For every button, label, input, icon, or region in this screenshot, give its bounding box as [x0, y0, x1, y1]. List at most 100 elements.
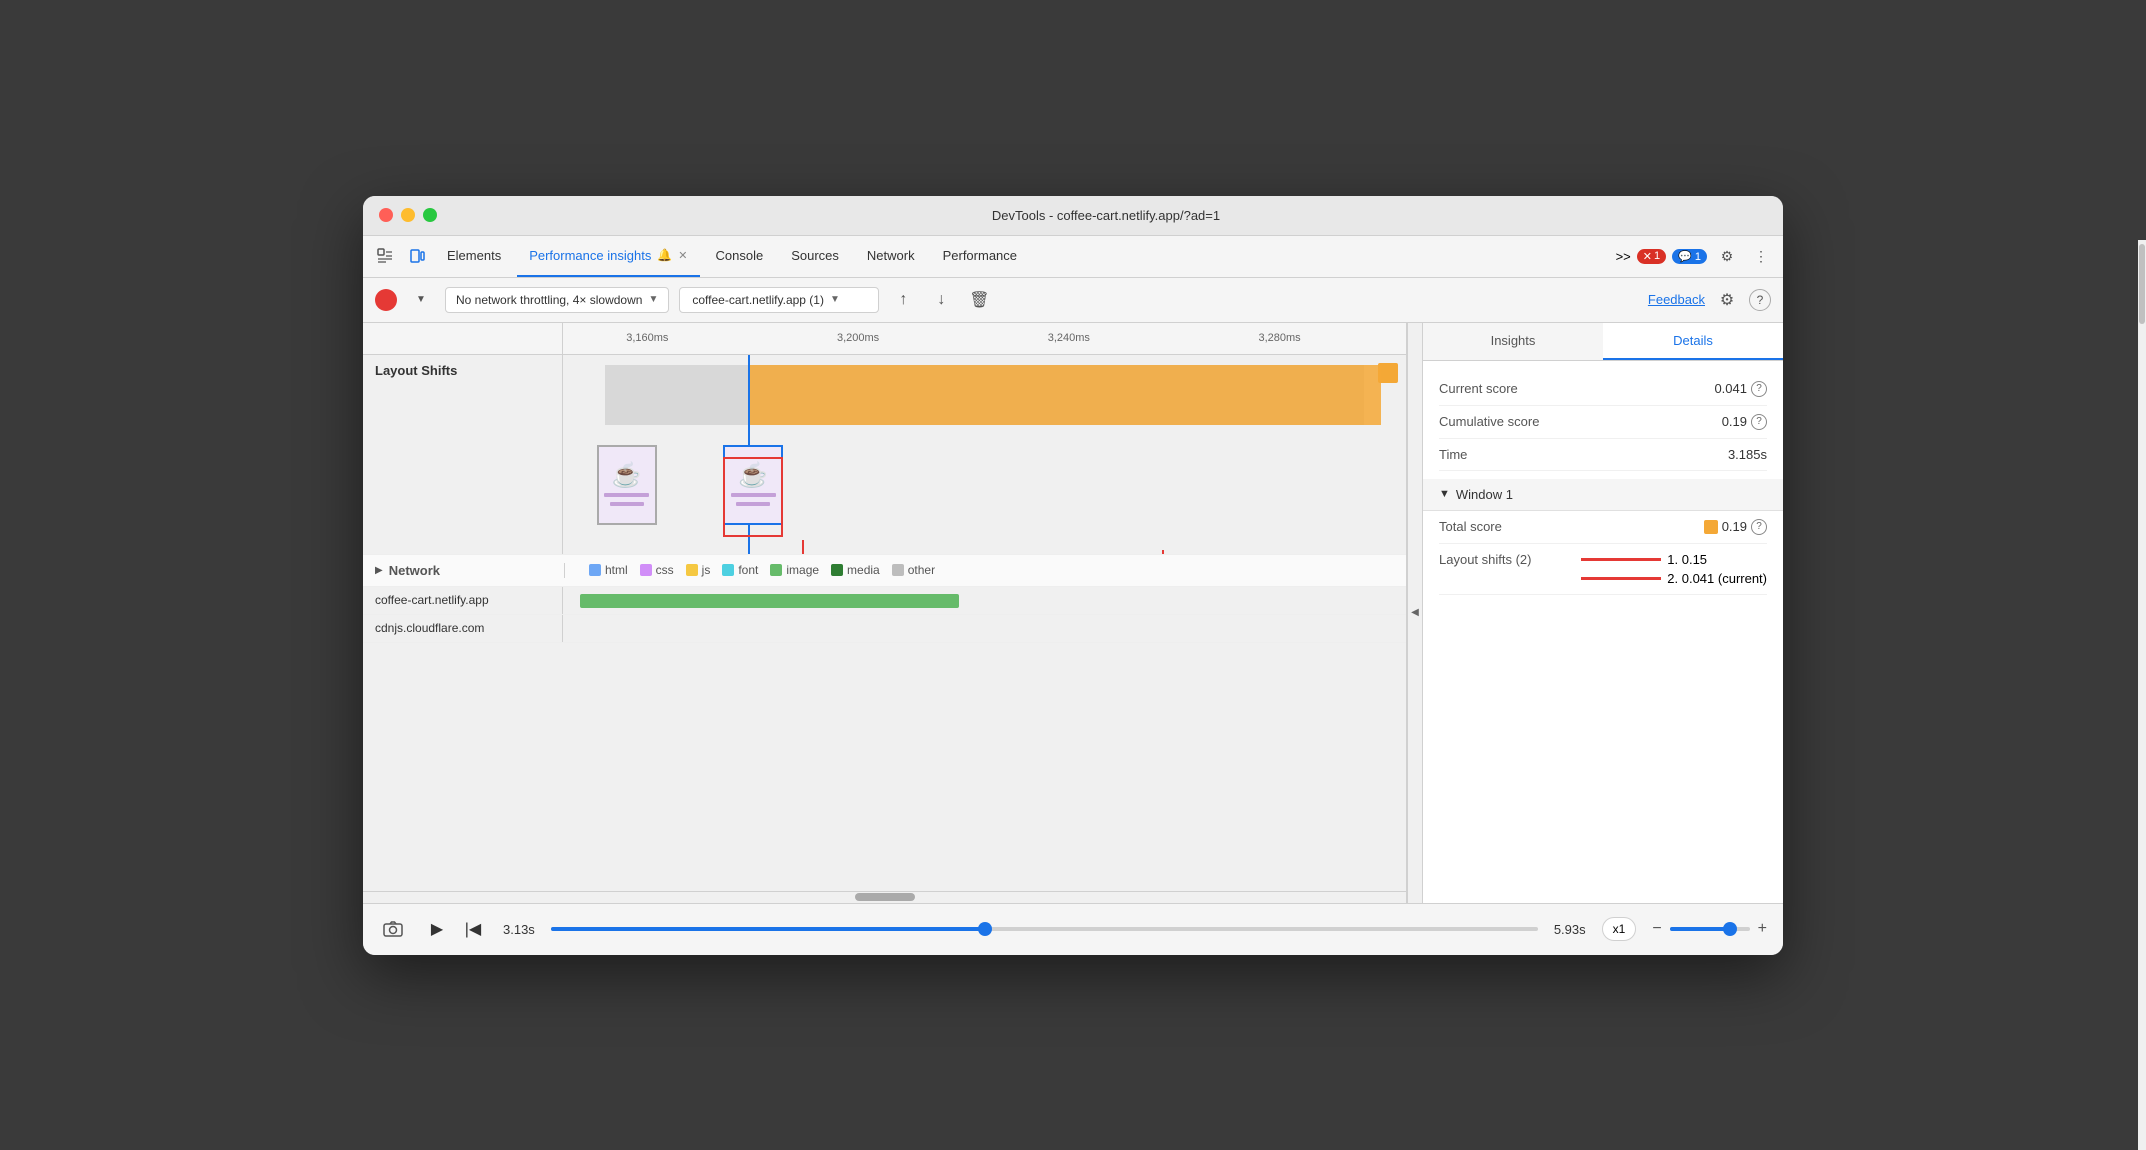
timeline-ticks: 3,160ms 3,200ms 3,240ms 3,280ms: [563, 323, 1406, 354]
camera-icon-button[interactable]: [379, 915, 407, 943]
thumbnail-1[interactable]: ☕: [597, 445, 657, 525]
layout-shifts-row: Layout Shifts: [363, 355, 1406, 555]
tab-close-icon[interactable]: ✕: [678, 249, 687, 262]
network-bars-1: [563, 587, 1406, 614]
cumulative-score-label: Cumulative score: [1439, 414, 1539, 429]
minimize-button[interactable]: [401, 208, 415, 222]
legend-js: js: [686, 563, 711, 577]
timeline-scrollbar[interactable]: [363, 891, 1406, 903]
shift-item-1: 1. 0.15: [1581, 552, 1767, 567]
panel-collapse-button[interactable]: ◀: [1407, 323, 1423, 903]
settings-tab-icon[interactable]: ⚙: [1713, 242, 1741, 270]
current-score-row: Current score 0.041 ?: [1439, 373, 1767, 406]
tick-2: 3,200ms: [837, 332, 879, 344]
rewind-button[interactable]: |◀: [459, 915, 487, 943]
legend-media: media: [831, 563, 880, 577]
scrubber-thumb[interactable]: [978, 922, 992, 936]
url-dropdown[interactable]: coffee-cart.netlify.app (1) ▼: [679, 287, 879, 313]
tab-details[interactable]: Details: [1603, 323, 1783, 360]
zoom-fill: [1670, 927, 1730, 931]
orange-indicator: [1378, 363, 1398, 383]
timeline-body: Layout Shifts: [363, 355, 1406, 891]
cumulative-score-row: Cumulative score 0.19 ?: [1439, 406, 1767, 439]
close-button[interactable]: [379, 208, 393, 222]
current-score-info-icon[interactable]: ?: [1751, 381, 1767, 397]
zoom-track[interactable]: [1670, 927, 1750, 931]
tab-bar: Elements Performance insights 🔔 ✕ Consol…: [363, 236, 1783, 278]
right-panel-content: Current score 0.041 ? Cumulative score 0…: [1423, 361, 1783, 903]
legend-media-dot: [831, 564, 843, 576]
play-button[interactable]: ▶: [423, 915, 451, 943]
time-start: 3.13s: [503, 922, 535, 937]
network-legend: ▶ Network html css: [363, 555, 1406, 587]
time-label: Time: [1439, 447, 1467, 462]
total-score-indicator: [1704, 520, 1718, 534]
shift-item-2: 2. 0.041 (current): [1581, 571, 1767, 586]
cumulative-score-info-icon[interactable]: ?: [1751, 414, 1767, 430]
legend-font-dot: [722, 564, 734, 576]
network-bars-2: [563, 615, 1406, 642]
scrubber-track[interactable]: [551, 927, 1538, 931]
legend-html-dot: [589, 564, 601, 576]
feedback-link[interactable]: Feedback: [1648, 292, 1705, 307]
total-score-info-icon[interactable]: ?: [1751, 519, 1767, 535]
url-dropdown-arrow: ▼: [830, 294, 840, 305]
thumbnail-1-icon: ☕: [612, 461, 642, 490]
inspect-icon-button[interactable]: [371, 242, 399, 270]
device-icon-button[interactable]: [403, 242, 431, 270]
time-end: 5.93s: [1554, 922, 1586, 937]
shift-1-bar: [1581, 558, 1661, 561]
cumulative-score-value: 0.19 ?: [1722, 414, 1767, 430]
bottom-bar: ▶ |◀ 3.13s 5.93s x1 − +: [363, 903, 1783, 955]
zoom-controls: − +: [1652, 920, 1767, 938]
timeline-header: 3,160ms 3,200ms 3,240ms 3,280ms: [363, 323, 1406, 355]
scrollbar-thumb[interactable]: [855, 893, 915, 901]
tick-3: 3,240ms: [1048, 332, 1090, 344]
zoom-out-icon[interactable]: −: [1652, 920, 1661, 938]
timeline-label-spacer: [363, 323, 563, 354]
legend-css: css: [640, 563, 674, 577]
toolbar-right: Feedback ⚙ ?: [1648, 286, 1771, 314]
delete-icon-button[interactable]: 🗑: [965, 286, 993, 314]
help-icon-button[interactable]: ?: [1749, 289, 1771, 311]
total-score-row: Total score 0.19 ?: [1439, 511, 1767, 544]
layout-shifts-detail-label: Layout shifts (2): [1439, 552, 1532, 567]
network-collapse-icon[interactable]: ▶: [375, 565, 383, 576]
traffic-lights: [379, 208, 437, 222]
window-label: Window 1: [1456, 487, 1513, 502]
record-dropdown-arrow[interactable]: ▼: [407, 286, 435, 314]
shift-2-bar: [1581, 577, 1661, 580]
tab-console[interactable]: Console: [704, 235, 776, 277]
throttling-dropdown[interactable]: No network throttling, 4× slowdown ▼: [445, 287, 669, 313]
speed-button[interactable]: x1: [1602, 917, 1637, 941]
right-panel: Insights Details Current score 0.041 ? C…: [1423, 323, 1783, 903]
layout-shifts-content: ☕ ☕: [563, 355, 1406, 554]
tab-network[interactable]: Network: [855, 235, 927, 277]
zoom-in-icon[interactable]: +: [1758, 920, 1767, 938]
more-options-icon[interactable]: ⋮: [1747, 242, 1775, 270]
throttling-dropdown-arrow: ▼: [648, 294, 658, 305]
maximize-button[interactable]: [423, 208, 437, 222]
red-shift-arrow: [723, 457, 783, 537]
download-icon-button[interactable]: ↓: [927, 286, 955, 314]
tab-insights[interactable]: Insights: [1423, 323, 1603, 360]
right-tabs: Insights Details: [1423, 323, 1783, 361]
toolbar: ▼ No network throttling, 4× slowdown ▼ c…: [363, 278, 1783, 323]
time-value: 3.185s: [1728, 447, 1767, 462]
settings-icon-button[interactable]: ⚙: [1713, 286, 1741, 314]
layout-shifts-detail-row: Layout shifts (2) 1. 0.15 2. 0.041 (curr…: [1439, 544, 1767, 595]
scrubber-area: [551, 927, 1538, 931]
tab-performance[interactable]: Performance: [931, 235, 1029, 277]
scrubber-fill: [551, 927, 985, 931]
more-tabs-button[interactable]: >>: [1616, 249, 1631, 264]
upload-icon-button[interactable]: ↑: [889, 286, 917, 314]
record-button[interactable]: [375, 289, 397, 311]
total-score-label: Total score: [1439, 519, 1502, 534]
zoom-thumb[interactable]: [1723, 922, 1737, 936]
tab-performance-insights[interactable]: Performance insights 🔔 ✕: [517, 235, 699, 277]
tab-sources[interactable]: Sources: [779, 235, 851, 277]
legend-other-dot: [892, 564, 904, 576]
tab-elements[interactable]: Elements: [435, 235, 513, 277]
orange-shift-bar: [748, 365, 1380, 425]
legend-js-dot: [686, 564, 698, 576]
